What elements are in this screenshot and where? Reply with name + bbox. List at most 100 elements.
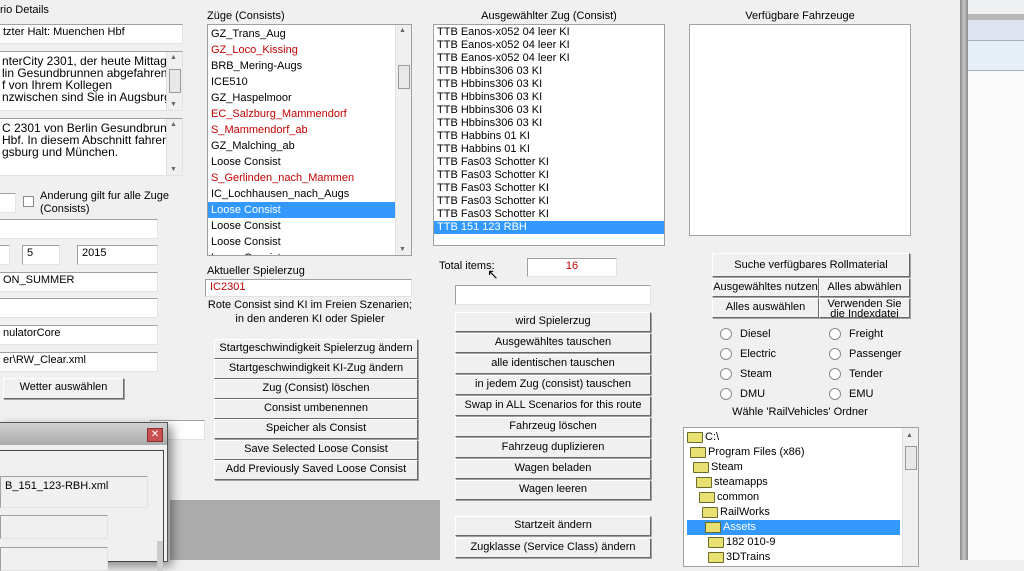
scroll-down-icon[interactable]: ▼ [170, 101, 177, 108]
select-all-button[interactable]: Alles auswählen [712, 298, 819, 318]
train-vehicle-item[interactable]: TTB Hbbins306 03 KI [434, 91, 664, 104]
train-setting-button[interactable]: Zugklasse (Service Class) ändern [455, 538, 651, 558]
consist-item[interactable]: BRB_Mering-Augs [208, 58, 411, 74]
vehicles-list[interactable] [689, 24, 911, 236]
selected-train-list[interactable]: TTB Eanos-x052 04 leer KI TTB Eanos-x052 … [433, 24, 665, 246]
folder-tree-item[interactable]: Steam [687, 460, 900, 475]
radio-circle-icon[interactable] [829, 368, 841, 380]
folder-tree-item[interactable]: steamapps [687, 475, 900, 490]
train-vehicle-item[interactable]: TTB Hbbins306 03 KI [434, 78, 664, 91]
vehicle-action-button[interactable]: Fahrzeug löschen [455, 417, 651, 437]
vehicle-action-button[interactable]: Ausgewähltes tauschen [455, 333, 651, 353]
radio-circle-icon[interactable] [829, 328, 841, 340]
use-selected-button[interactable]: Ausgewähltes nutzen [712, 278, 819, 297]
scroll-up-icon[interactable]: ▲ [170, 121, 177, 128]
vehicle-action-button[interactable]: in jedem Zug (consist) tauschen [455, 375, 651, 395]
radio-dmu[interactable]: DMU [720, 388, 765, 400]
scroll-thumb[interactable] [905, 446, 917, 470]
dialog-field-2[interactable] [0, 547, 108, 571]
folder-tree-item[interactable]: common [687, 490, 900, 505]
description-textarea[interactable]: nterCity 2301, der heute Mittag um lin G… [0, 51, 183, 111]
consist-item[interactable]: Loose Consist [208, 250, 411, 255]
radio-circle-icon[interactable] [829, 388, 841, 400]
consist-item[interactable]: GZ_Loco_Kissing [208, 42, 411, 58]
consist-item[interactable]: GZ_Malching_ab [208, 138, 411, 154]
dialog-file-field[interactable]: B_151_123-RBH.xml [0, 476, 148, 508]
radio-freight[interactable]: Freight [829, 328, 883, 340]
apply-all-checkbox[interactable] [23, 196, 34, 207]
day-field[interactable]: 5 [22, 245, 60, 265]
train-vehicle-item[interactable]: TTB Eanos-x052 04 leer KI [434, 26, 664, 39]
train-vehicle-item[interactable]: TTB Eanos-x052 04 leer KI [434, 39, 664, 52]
folder-tree-item[interactable]: Program Files (x86) [687, 445, 900, 460]
train-vehicle-item[interactable]: TTB 151 123 RBH [434, 221, 664, 234]
radio-tender[interactable]: Tender [829, 368, 883, 380]
scroll-thumb[interactable] [169, 69, 181, 93]
folder-tree-item[interactable]: C:\ [687, 430, 900, 445]
train-vehicle-item[interactable]: TTB Eanos-x052 04 leer KI [434, 52, 664, 65]
train-vehicle-item[interactable]: TTB Hbbins306 03 KI [434, 117, 664, 130]
consist-item[interactable]: Loose Consist [208, 154, 411, 170]
season-field[interactable]: ON_SUMMER [0, 272, 158, 292]
vehicle-action-button[interactable]: wird Spielerzug [455, 312, 651, 332]
briefing-textarea[interactable]: C 2301 von Berlin Gesundbrunnen Hbf. In … [0, 118, 183, 176]
weather-select-button[interactable]: Wetter auswählen [3, 378, 124, 399]
vehicle-action-button[interactable]: Wagen leeren [455, 480, 651, 500]
last-stop-field[interactable]: tzter Halt: Muenchen Hbf [0, 24, 183, 44]
field-empty[interactable] [0, 219, 158, 239]
scrollbar[interactable]: ▲ ▼ [166, 52, 182, 110]
time-field[interactable] [0, 193, 16, 213]
train-vehicle-item[interactable]: TTB Fas03 Schotter KI [434, 169, 664, 182]
consist-action-button[interactable]: Speicher als Consist [214, 419, 418, 439]
scrollbar[interactable]: ▲ ▼ [395, 25, 411, 255]
vehicle-action-button[interactable]: Fahrzeug duplizieren [455, 438, 651, 458]
radio-circle-icon[interactable] [720, 328, 732, 340]
consist-item[interactable]: GZ_Haspelmoor [208, 90, 411, 106]
consist-action-button[interactable]: Consist umbenennen [214, 399, 418, 419]
radio-passenger[interactable]: Passenger [829, 348, 902, 360]
folder-tree[interactable]: C:\ Program Files (x86) Steam steamapps comm… [683, 427, 919, 567]
radio-circle-icon[interactable] [829, 348, 841, 360]
scrollbar[interactable]: ▲ [902, 428, 918, 566]
player-train-field[interactable]: IC2301 [205, 279, 412, 297]
folder-tree-item[interactable]: RailWorks [687, 505, 900, 520]
folder-tree-item[interactable]: 3DTrains [687, 550, 900, 565]
train-vehicle-item[interactable]: TTB Fas03 Schotter KI [434, 208, 664, 221]
year-field[interactable]: 2015 [77, 245, 158, 265]
consist-action-button[interactable]: Startgeschwindigkeit Spielerzug ändern [214, 339, 418, 359]
consist-item[interactable]: S_Gerlinden_nach_Mammen [208, 170, 411, 186]
consist-item[interactable]: GZ_Trans_Aug [208, 26, 411, 42]
scrollbar[interactable]: ▲ ▼ [166, 119, 182, 175]
train-vehicle-item[interactable]: TTB Habbins 01 KI [434, 143, 664, 156]
radio-circle-icon[interactable] [720, 348, 732, 360]
deselect-all-button[interactable]: Alles abwählen [819, 278, 910, 297]
consist-item[interactable]: Loose Consist [208, 234, 411, 250]
radio-circle-icon[interactable] [720, 388, 732, 400]
consist-action-button[interactable]: Add Previously Saved Loose Consist [214, 460, 418, 480]
scroll-thumb[interactable] [398, 65, 410, 89]
consists-list[interactable]: GZ_Trans_Aug GZ_Loco_Kissing BRB_Mering-Au… [207, 24, 412, 256]
dialog-scrollbar[interactable] [157, 541, 163, 571]
folder-tree-item[interactable]: 182 010-9 [687, 535, 900, 550]
train-vehicle-item[interactable]: TTB Fas03 Schotter KI [434, 156, 664, 169]
train-vehicle-item[interactable]: TTB Habbins 01 KI [434, 130, 664, 143]
dialog-field[interactable] [0, 515, 108, 539]
vehicle-action-button[interactable]: Wagen beladen [455, 459, 651, 479]
radio-diesel[interactable]: Diesel [720, 328, 771, 340]
vehicle-name-field[interactable] [455, 285, 651, 305]
use-index-button[interactable]: Verwenden Sie die Indexdatei [819, 298, 910, 318]
month-field[interactable] [0, 245, 10, 265]
vehicle-action-button[interactable]: alle identischen tauschen [455, 354, 651, 374]
vehicle-action-button[interactable]: Swap in ALL Scenarios for this route [455, 396, 651, 416]
search-rolling-stock-button[interactable]: Suche verfügbares Rollmaterial [712, 253, 910, 277]
close-icon[interactable]: ✕ [147, 428, 163, 442]
train-vehicle-item[interactable]: TTB Fas03 Schotter KI [434, 195, 664, 208]
weather-file-field[interactable]: er\RW_Clear.xml [0, 352, 158, 372]
scroll-up-icon[interactable]: ▲ [906, 432, 913, 439]
consist-item[interactable]: Loose Consist [208, 218, 411, 234]
train-vehicle-item[interactable]: TTB Hbbins306 03 KI [434, 104, 664, 117]
field-empty-2[interactable] [0, 298, 158, 318]
radio-emu[interactable]: EMU [829, 388, 873, 400]
folder-tree-item[interactable]: Assets [687, 520, 900, 535]
consist-item[interactable]: ICE510 [208, 74, 411, 90]
